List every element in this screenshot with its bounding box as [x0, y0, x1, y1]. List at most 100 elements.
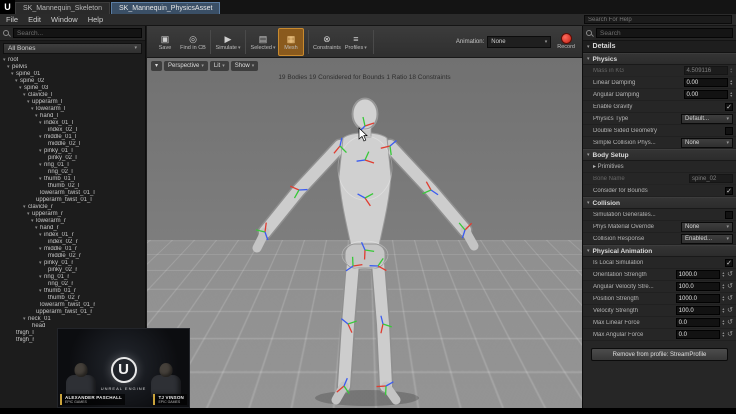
details-tab-label[interactable]: Details: [593, 43, 616, 50]
tree-item-hand_r[interactable]: ▾ hand_r: [0, 225, 145, 232]
spinner-arrows-icon[interactable]: ▲ ▼: [730, 79, 733, 86]
bone-name-input[interactable]: spine_02: [689, 174, 733, 183]
viewport-chip-menu[interactable]: ▾: [151, 61, 163, 71]
is-local-simulation-checkbox[interactable]: ✓: [725, 258, 733, 267]
tree-item-root[interactable]: ▾ root: [0, 57, 145, 64]
tree-item-neck_01[interactable]: ▾ neck_01: [0, 316, 145, 323]
angular-damping-input[interactable]: 0.00: [683, 90, 728, 99]
viewport-chip-perspective[interactable]: Perspective ▾: [164, 61, 208, 71]
velocity-strength-input[interactable]: 100.0: [675, 306, 720, 315]
tree-item-ring_01_l[interactable]: ▾ ring_01_l: [0, 162, 145, 169]
reset-to-default-icon[interactable]: ↺: [727, 331, 733, 339]
tree-item-index_02_r[interactable]: index_02_r: [0, 239, 145, 246]
reset-to-default-icon[interactable]: ↺: [727, 271, 733, 279]
tree-item-index_01_l[interactable]: ▾ index_01_l: [0, 120, 145, 127]
tree-item-middle_02_l[interactable]: middle_02_l: [0, 141, 145, 148]
spinner-arrows-icon[interactable]: ▲ ▼: [730, 67, 733, 74]
tree-item-lowerarm_twist_01_l[interactable]: lowerarm_twist_01_l: [0, 190, 145, 197]
tree-item-middle_01_r[interactable]: ▾ middle_01_r: [0, 246, 145, 253]
tree-item-middle_02_r[interactable]: middle_02_r: [0, 253, 145, 260]
tree-item-pinky_01_l[interactable]: ▾ pinky_01_l: [0, 148, 145, 155]
reset-to-default-icon[interactable]: ↺: [727, 319, 733, 327]
menu-help[interactable]: Help: [88, 15, 103, 24]
linear-damping-input[interactable]: 0.00: [683, 78, 728, 87]
spinner-arrows-icon[interactable]: ▲ ▼: [722, 307, 725, 314]
tree-item-upperarm_r[interactable]: ▾ upperarm_r: [0, 211, 145, 218]
tree-item-pelvis[interactable]: ▾ pelvis: [0, 64, 145, 71]
tree-item-clavicle_l[interactable]: ▾ clavicle_l: [0, 92, 145, 99]
spinner-arrows-icon[interactable]: ▲ ▼: [722, 319, 725, 326]
tree-item-pinky_02_l[interactable]: pinky_02_l: [0, 155, 145, 162]
bone-filter-dropdown[interactable]: All Bones ▾: [3, 43, 142, 54]
remove-from-profile-button[interactable]: Remove from profile: StreamProfile: [591, 348, 728, 361]
toolbar-button-profiles[interactable]: ≡ Profiles ▾: [343, 28, 369, 56]
animation-select[interactable]: None ▾: [487, 35, 552, 48]
max-angular-force-input[interactable]: 0.0: [675, 330, 720, 339]
toolbar-button-find-in-cb[interactable]: ◎ Find in CB: [180, 28, 206, 56]
tree-item-clavicle_r[interactable]: ▾ clavicle_r: [0, 204, 145, 211]
menu-edit[interactable]: Edit: [28, 15, 41, 24]
viewport-chip-lit[interactable]: Lit ▾: [209, 61, 229, 71]
spinner-arrows-icon[interactable]: ▲ ▼: [722, 283, 725, 290]
tree-item-thumb_01_r[interactable]: ▾ thumb_01_r: [0, 288, 145, 295]
tree-item-lowerarm_l[interactable]: ▾ lowerarm_l: [0, 106, 145, 113]
menu-file[interactable]: File: [6, 15, 18, 24]
consider-for-bounds-checkbox[interactable]: ✓: [725, 186, 733, 195]
simulation-generates-checkbox[interactable]: [725, 210, 733, 219]
reset-to-default-icon[interactable]: ↺: [727, 283, 733, 291]
mass-in-kg-input[interactable]: 4.509116: [683, 66, 728, 75]
tree-item-ring_01_r[interactable]: ▾ ring_01_r: [0, 274, 145, 281]
position-strength-input[interactable]: 1000.0: [675, 294, 720, 303]
tree-item-thumb_01_l[interactable]: ▾ thumb_01_l: [0, 176, 145, 183]
tree-item-hand_l[interactable]: ▾ hand_l: [0, 113, 145, 120]
spinner-arrows-icon[interactable]: ▲ ▼: [722, 271, 725, 278]
tree-item-ring_02_r[interactable]: ring_02_r: [0, 281, 145, 288]
section-header-body-setup[interactable]: ▾ Body Setup: [583, 149, 736, 161]
tree-item-ring_02_l[interactable]: ring_02_l: [0, 169, 145, 176]
viewport-chip-show[interactable]: Show ▾: [230, 61, 259, 71]
toolbar-button-constraints[interactable]: ⊗ Constraints: [313, 28, 341, 56]
max-linear-force-input[interactable]: 0.0: [675, 318, 720, 327]
tree-item-spine_03[interactable]: ▾ spine_03: [0, 85, 145, 92]
spinner-arrows-icon[interactable]: ▲ ▼: [722, 331, 725, 338]
angular-velocity-stre-input[interactable]: 100.0: [675, 282, 720, 291]
tree-item-thumb_02_l[interactable]: thumb_02_l: [0, 183, 145, 190]
collision-response-dropdown[interactable]: Enabled... ▾: [681, 233, 733, 244]
spinner-arrows-icon[interactable]: ▲ ▼: [730, 91, 733, 98]
help-search-input[interactable]: [584, 15, 732, 24]
record-button[interactable]: Record: [557, 33, 575, 50]
viewport-3d[interactable]: ▾ Perspective ▾ Lit ▾ Show ▾ 19 Bodies 19 Cons…: [147, 58, 582, 408]
details-search-input[interactable]: [596, 28, 733, 38]
tree-item-thumb_02_r[interactable]: thumb_02_r: [0, 295, 145, 302]
toolbar-button-save[interactable]: ▣ Save: [152, 28, 178, 56]
tree-item-index_02_l[interactable]: index_02_l: [0, 127, 145, 134]
tree-item-upperarm_twist_01_r[interactable]: upperarm_twist_01_r: [0, 309, 145, 316]
tree-item-index_01_r[interactable]: ▾ index_01_r: [0, 232, 145, 239]
reset-to-default-icon[interactable]: ↺: [727, 295, 733, 303]
tree-item-upperarm_l[interactable]: ▾ upperarm_l: [0, 99, 145, 106]
enable-gravity-checkbox[interactable]: ✓: [725, 102, 733, 111]
tree-item-pinky_02_r[interactable]: pinky_02_r: [0, 267, 145, 274]
physics-type-dropdown[interactable]: Default... ▾: [681, 113, 733, 124]
asset-tab-physics-asset[interactable]: SK_Mannequin_PhysicsAsset: [111, 2, 221, 14]
tree-item-lowerarm_twist_01_r[interactable]: lowerarm_twist_01_r: [0, 302, 145, 309]
section-header-physics[interactable]: ▾ Physics: [583, 53, 736, 65]
tree-item-middle_01_l[interactable]: ▾ middle_01_l: [0, 134, 145, 141]
section-header-physical-animation[interactable]: ▾ Physical Animation: [583, 245, 736, 257]
double-sided-geometry-checkbox[interactable]: [725, 126, 733, 135]
section-header-collision[interactable]: ▾ Collision: [583, 197, 736, 209]
toolbar-button-mesh[interactable]: ▦ Mesh: [278, 27, 304, 56]
skeleton-search-input[interactable]: [13, 28, 142, 38]
toolbar-button-simulate[interactable]: ▶ Simulate ▾: [215, 28, 241, 56]
phys-material-override-dropdown[interactable]: None ▾: [681, 221, 733, 232]
tree-item-spine_01[interactable]: ▾ spine_01: [0, 71, 145, 78]
spinner-arrows-icon[interactable]: ▲ ▼: [722, 295, 725, 302]
tree-item-lowerarm_r[interactable]: ▾ lowerarm_r: [0, 218, 145, 225]
tree-item-upperarm_twist_01_l[interactable]: upperarm_twist_01_l: [0, 197, 145, 204]
reset-to-default-icon[interactable]: ↺: [727, 307, 733, 315]
tree-item-pinky_01_r[interactable]: ▾ pinky_01_r: [0, 260, 145, 267]
orientation-strength-input[interactable]: 1000.0: [675, 270, 720, 279]
simple-collision-phys-dropdown[interactable]: None ▾: [681, 137, 733, 148]
menu-window[interactable]: Window: [51, 15, 78, 24]
asset-tab-skeleton[interactable]: SK_Mannequin_Skeleton: [15, 2, 111, 14]
